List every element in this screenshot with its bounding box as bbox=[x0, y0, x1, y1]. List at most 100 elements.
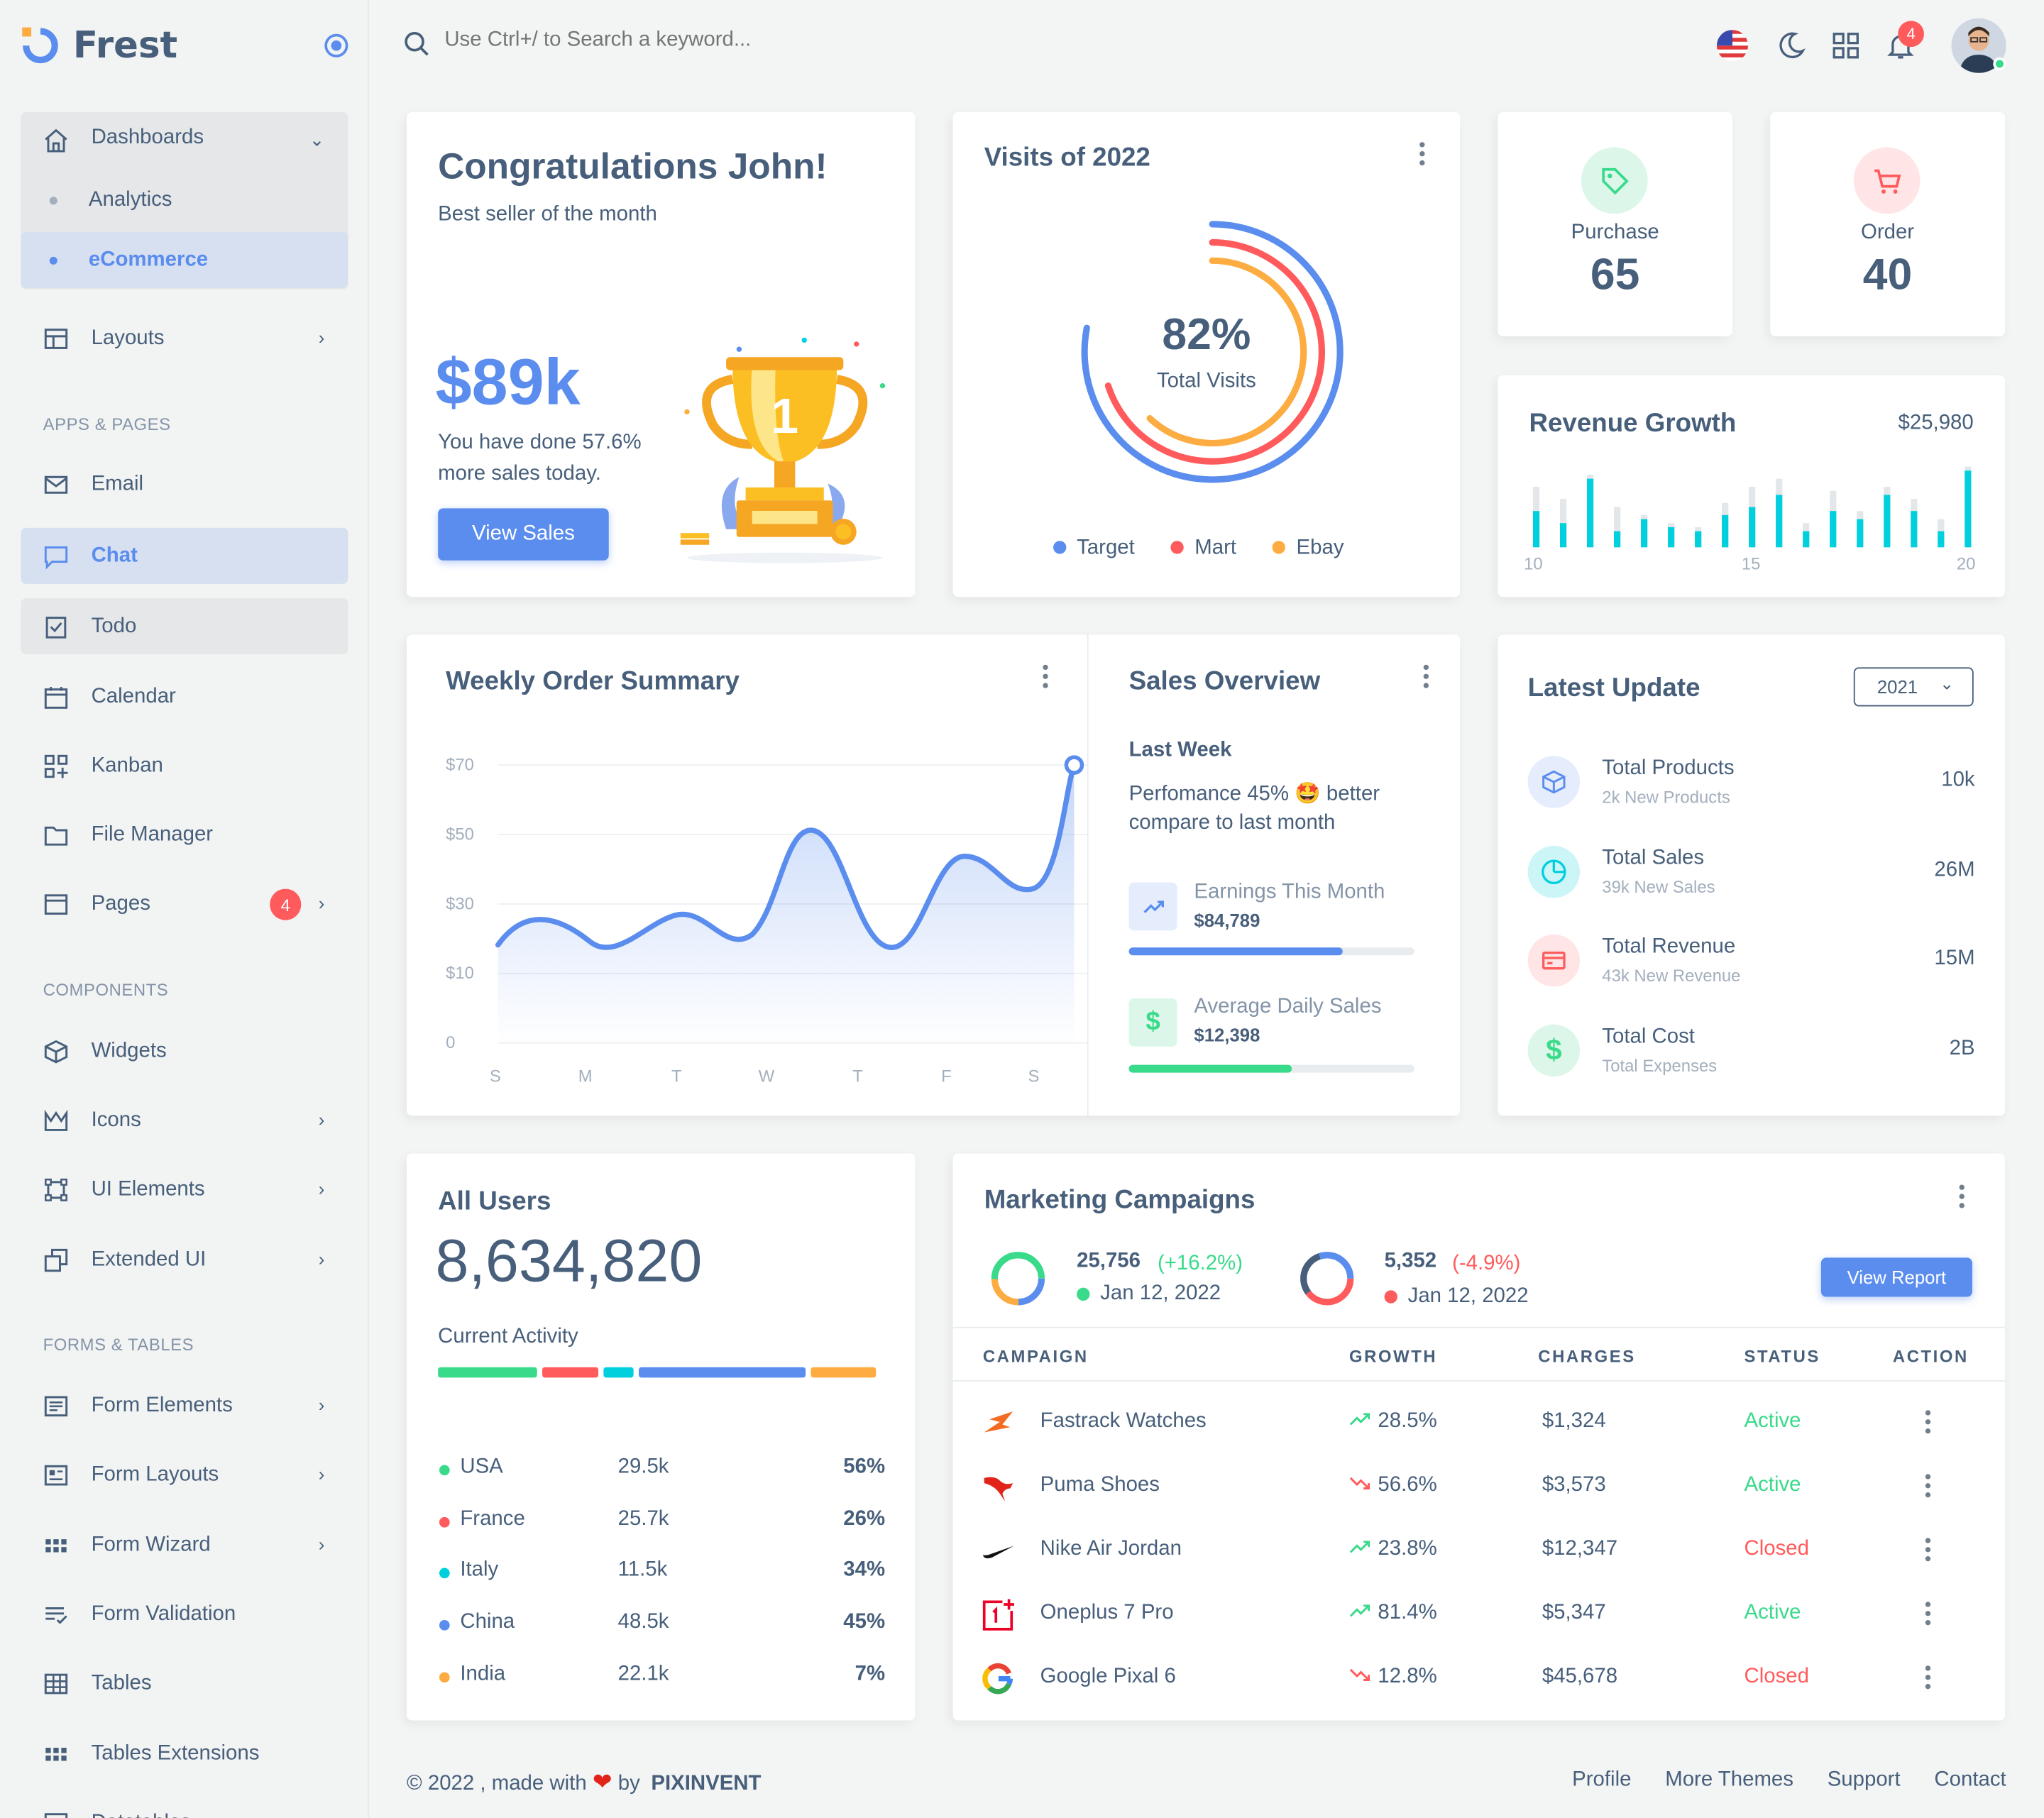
sidebar-item-ui-elements[interactable]: UI Elements › bbox=[21, 1161, 348, 1217]
revenue-tick-10: 10 bbox=[1524, 553, 1543, 574]
dollar-icon: $ bbox=[1128, 998, 1177, 1047]
us-flag-icon[interactable] bbox=[1715, 28, 1749, 62]
sidebar-item-form-validation[interactable]: Form Validation bbox=[21, 1586, 348, 1642]
sidebar-item-form-wizard[interactable]: Form Wizard › bbox=[21, 1517, 348, 1573]
sidebar-item-tables[interactable]: Tables bbox=[21, 1656, 348, 1712]
activity-segment bbox=[603, 1367, 634, 1378]
sidebar-item-tables-extensions[interactable]: Tables Extensions bbox=[21, 1726, 348, 1782]
sidebar-item-form-layouts[interactable]: Form Layouts › bbox=[21, 1447, 348, 1503]
status-badge: Active bbox=[1744, 1602, 1801, 1624]
avg-progress bbox=[1128, 1064, 1414, 1073]
sidebar-item-label: Extended UI bbox=[91, 1247, 207, 1270]
form-icon bbox=[42, 1392, 70, 1420]
row-actions-icon[interactable] bbox=[1924, 1538, 1932, 1562]
footer-link-more-themes[interactable]: More Themes bbox=[1665, 1768, 1793, 1792]
more-vertical-icon[interactable] bbox=[1958, 1184, 1966, 1208]
footer-copyright: © 2022 , made with bbox=[407, 1772, 587, 1795]
sidebar-item-email[interactable]: Email bbox=[21, 456, 348, 512]
revenue-bar bbox=[1965, 470, 1972, 548]
country-value: 29.5k bbox=[617, 1455, 669, 1478]
sidebar-item-extended-ui[interactable]: Extended UI › bbox=[21, 1232, 348, 1288]
weekly-line-chart: $70 $50 $30 $10 0 S M T W T F S bbox=[407, 726, 1087, 1091]
year-select[interactable]: 2021 ⌄ bbox=[1853, 667, 1974, 707]
sidebar-toggle-icon[interactable] bbox=[324, 33, 348, 57]
avg-progress-fill bbox=[1128, 1064, 1292, 1073]
sidebar-item-form-elements[interactable]: Form Elements › bbox=[21, 1377, 348, 1433]
charges-value: $5,347 bbox=[1542, 1602, 1606, 1624]
more-vertical-icon[interactable] bbox=[1418, 142, 1426, 166]
status-badge: Active bbox=[1744, 1474, 1801, 1497]
search-icon[interactable] bbox=[404, 31, 429, 56]
footer-link-profile[interactable]: Profile bbox=[1572, 1768, 1631, 1792]
chevron-down-icon: ⌄ bbox=[309, 128, 325, 150]
footer-link-support[interactable]: Support bbox=[1828, 1768, 1901, 1792]
more-vertical-icon[interactable] bbox=[1422, 664, 1430, 688]
sidebar-item-kanban[interactable]: Kanban bbox=[21, 738, 348, 794]
latest-item-sub: 39k New Sales bbox=[1602, 877, 1715, 897]
search-input[interactable] bbox=[444, 28, 966, 53]
pie-clock-icon bbox=[1527, 846, 1581, 898]
sidebar-item-datatables[interactable]: Datatables › bbox=[21, 1795, 348, 1818]
visits-title: Visits of 2022 bbox=[984, 143, 1150, 172]
revenue-amount: $25,980 bbox=[1898, 412, 1974, 434]
footer: © 2022 , made with ❤ by PIXINVENT Profil… bbox=[407, 1768, 2006, 1796]
sidebar-item-pages[interactable]: Pages 4 › bbox=[21, 876, 348, 932]
growth-cell: 56.6% bbox=[1349, 1474, 1437, 1497]
visits-percent: 82% bbox=[1162, 310, 1251, 360]
sidebar-subitem-analytics[interactable]: Analytics bbox=[21, 172, 348, 228]
growth-value: 12.8% bbox=[1378, 1665, 1437, 1688]
revenue-bar bbox=[1532, 511, 1540, 548]
bullet-icon bbox=[49, 197, 57, 205]
sidebar-item-file-manager[interactable]: File Manager bbox=[21, 807, 348, 863]
brand[interactable]: Frest bbox=[21, 23, 177, 67]
divider bbox=[952, 1326, 2005, 1328]
sidebar-item-widgets[interactable]: Widgets bbox=[21, 1023, 348, 1079]
moon-icon[interactable] bbox=[1774, 28, 1808, 62]
row-actions-icon[interactable] bbox=[1924, 1474, 1932, 1498]
revenue-bar bbox=[1938, 531, 1945, 548]
earn-value: $84,789 bbox=[1194, 910, 1260, 931]
sidebar-item-label: Layouts bbox=[91, 326, 165, 349]
box-icon bbox=[1527, 756, 1581, 808]
status-dot bbox=[439, 1620, 450, 1631]
activity-segment bbox=[638, 1367, 806, 1378]
row-actions-icon[interactable] bbox=[1924, 1410, 1932, 1434]
status-dot bbox=[439, 1465, 450, 1476]
sidebar-item-layouts[interactable]: Layouts › bbox=[21, 310, 348, 366]
revenue-bar bbox=[1749, 507, 1756, 548]
stat1-value: 25,756 bbox=[1077, 1250, 1141, 1272]
view-report-button[interactable]: View Report bbox=[1820, 1257, 1972, 1297]
more-vertical-icon[interactable] bbox=[1042, 664, 1050, 688]
apps-grid-icon[interactable] bbox=[1829, 28, 1863, 62]
stat2-date: Jan 12, 2022 bbox=[1384, 1285, 1529, 1309]
view-sales-button[interactable]: View Sales bbox=[438, 508, 609, 561]
revenue-bar bbox=[1803, 531, 1810, 548]
footer-link-contact[interactable]: Contact bbox=[1934, 1768, 2006, 1792]
sidebar-item-chat[interactable]: Chat bbox=[21, 527, 348, 584]
avg-label: Average Daily Sales bbox=[1194, 996, 1382, 1018]
sidebar-item-todo[interactable]: Todo bbox=[21, 598, 348, 655]
section-label-forms: FORMS & TABLES bbox=[43, 1334, 194, 1355]
sidebar-item-calendar[interactable]: Calendar bbox=[21, 668, 348, 725]
sidebar-subitem-ecommerce[interactable]: eCommerce bbox=[21, 231, 348, 288]
row-actions-icon[interactable] bbox=[1924, 1602, 1932, 1626]
x-axis-label: F bbox=[941, 1067, 952, 1086]
country-row: USA 29.5k 56% bbox=[439, 1456, 885, 1484]
th-growth: GROWTH bbox=[1348, 1346, 1438, 1366]
revenue-bar bbox=[1559, 523, 1567, 548]
online-status-dot bbox=[1993, 57, 2006, 71]
footer-company[interactable]: PIXINVENT bbox=[651, 1773, 761, 1795]
latest-item-title: Total Sales bbox=[1602, 847, 1705, 870]
sidebar-item-icons[interactable]: Icons › bbox=[21, 1092, 348, 1148]
country-percent: 26% bbox=[843, 1508, 886, 1531]
visits-legend: Target Mart Ebay bbox=[1053, 537, 1344, 561]
earn-progress-fill bbox=[1128, 947, 1344, 956]
page-icon bbox=[42, 890, 70, 918]
users-title: All Users bbox=[438, 1187, 551, 1216]
chevron-right-icon: › bbox=[318, 1248, 325, 1269]
country-row: India 22.1k 7% bbox=[439, 1663, 885, 1692]
charges-value: $45,678 bbox=[1542, 1665, 1618, 1688]
grid-plus-icon bbox=[42, 751, 70, 780]
order-label: Order bbox=[1860, 221, 1915, 244]
row-actions-icon[interactable] bbox=[1924, 1665, 1932, 1690]
